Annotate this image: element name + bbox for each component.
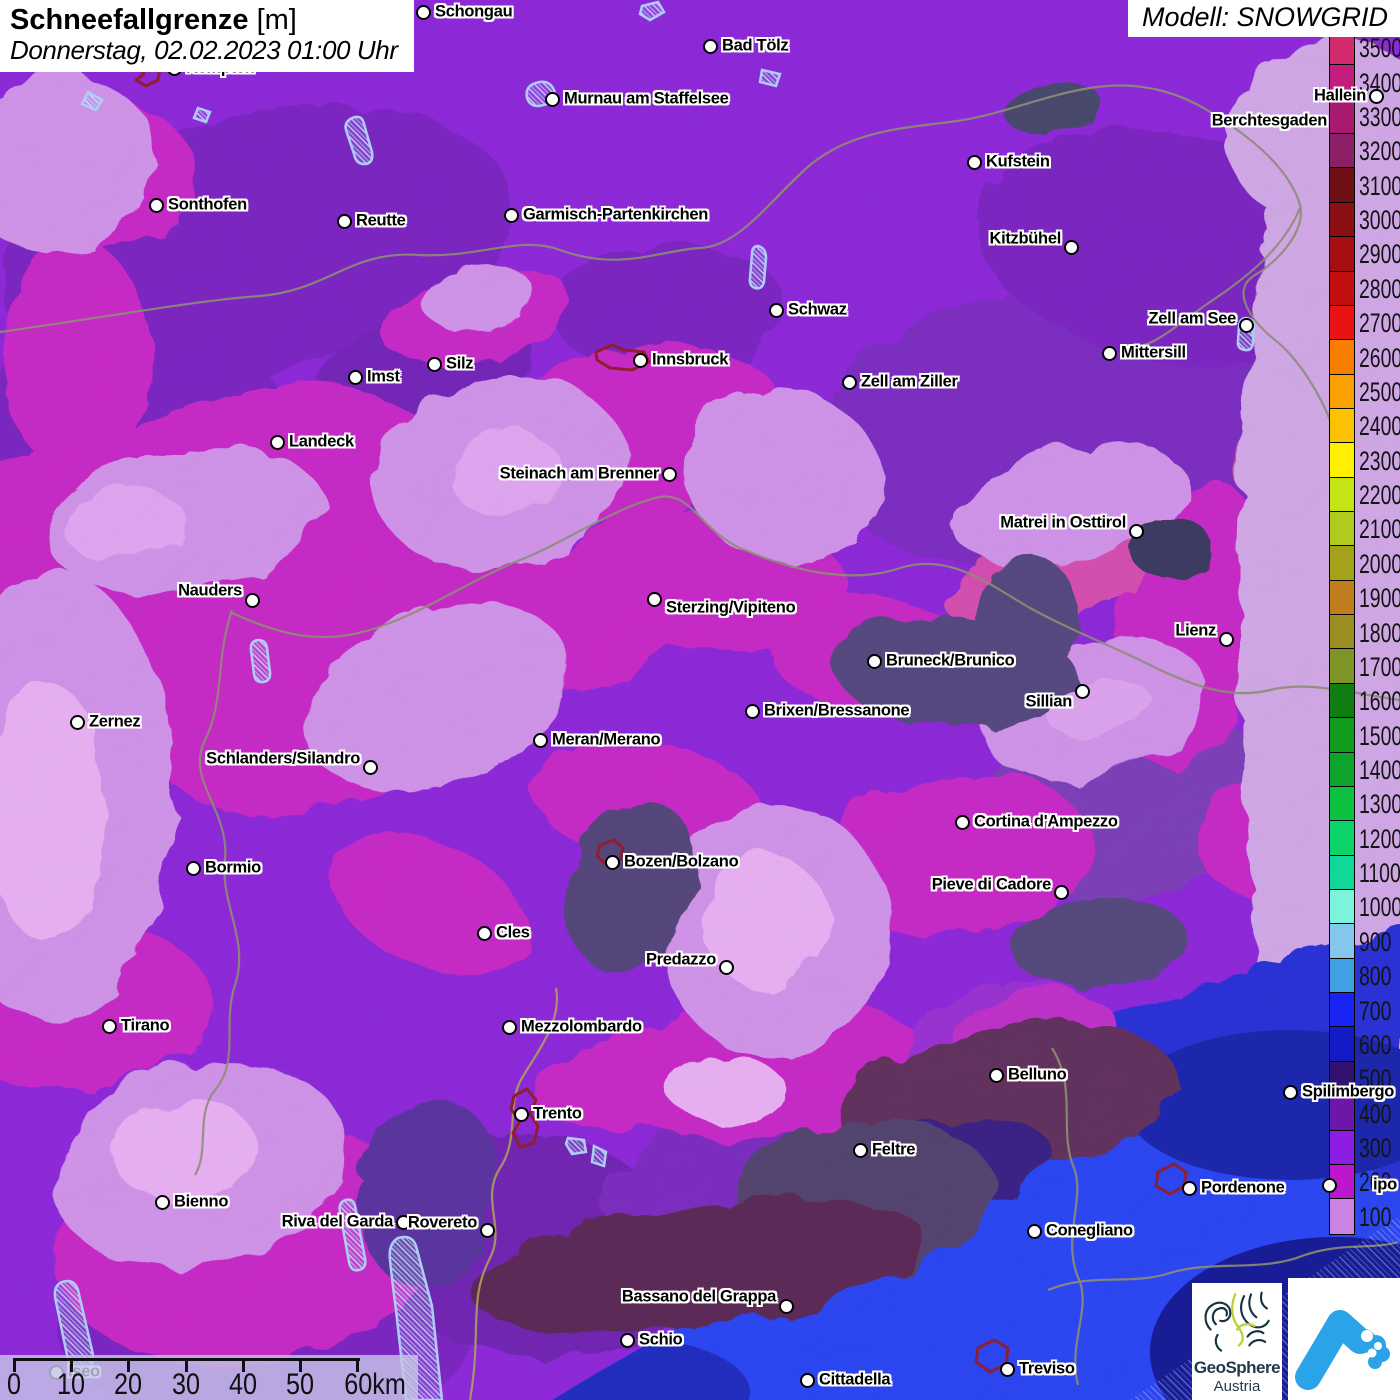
lake-achensee bbox=[750, 246, 766, 288]
colorbar-cell bbox=[1330, 615, 1354, 649]
colorbar-cell bbox=[1330, 753, 1354, 787]
colorbar-cell bbox=[1330, 890, 1354, 924]
lake-zellersee bbox=[1238, 318, 1254, 350]
colorbar-cell bbox=[1330, 649, 1354, 683]
colorbar-tick-label: 1300 bbox=[1359, 789, 1400, 819]
colorbar-tick-label: 3300 bbox=[1359, 102, 1400, 132]
colorbar-cell bbox=[1330, 787, 1354, 821]
colorbar-tick-label: 500 bbox=[1359, 1064, 1391, 1094]
colorbar-cell bbox=[1330, 203, 1354, 237]
colorbar-cell bbox=[1330, 959, 1354, 993]
colorbar-tick-label: 200 bbox=[1359, 1167, 1391, 1197]
map-title: Schneefallgrenze bbox=[10, 4, 249, 36]
colorbar-tick-label: 3400 bbox=[1359, 68, 1400, 98]
geosphere-logo: GeoSphere Austria bbox=[1192, 1283, 1282, 1400]
scalebar-label: 0 bbox=[7, 1368, 21, 1400]
colorbar-cell bbox=[1330, 1199, 1354, 1233]
colorbar-tick-label: 1400 bbox=[1359, 755, 1400, 785]
colorbar-cell bbox=[1330, 546, 1354, 580]
colorbar-tick-label: 2400 bbox=[1359, 411, 1400, 441]
scalebar-label: 10 bbox=[57, 1368, 85, 1400]
hillshade-overlay bbox=[0, 0, 1400, 1400]
colorbar-cell bbox=[1330, 272, 1354, 306]
colorbar-tick-label: 1800 bbox=[1359, 618, 1400, 648]
colorbar-tick-label: 2100 bbox=[1359, 514, 1400, 544]
colorbar-cell bbox=[1330, 443, 1354, 477]
colorbar-cell bbox=[1330, 1131, 1354, 1165]
colorbar-tick-label: 2500 bbox=[1359, 377, 1400, 407]
colorbar-cell bbox=[1330, 100, 1354, 134]
colorbar-cell bbox=[1330, 512, 1354, 546]
title-box: Schneefallgrenze [m] Donnerstag, 02.02.2… bbox=[0, 0, 414, 72]
colorbar-cell bbox=[1330, 168, 1354, 202]
colorbar-tick-label: 400 bbox=[1359, 1099, 1391, 1129]
colorbar-cell bbox=[1330, 134, 1354, 168]
colorbar-cell bbox=[1330, 65, 1354, 99]
weather-map-stage: 3500340033003200310030002900280027002600… bbox=[0, 0, 1400, 1400]
colorbar-tick-label: 3100 bbox=[1359, 171, 1400, 201]
mountain-icon bbox=[1294, 1287, 1394, 1391]
colorbar-cell bbox=[1330, 718, 1354, 752]
colorbar-tick-label: 300 bbox=[1359, 1133, 1391, 1163]
scale-bar: 0 10 20 30 40 50 60km bbox=[0, 1355, 418, 1400]
colorbar-cell bbox=[1330, 1165, 1354, 1199]
colorbar-tick-label: 2200 bbox=[1359, 480, 1400, 510]
colorbar-tick-label: 2700 bbox=[1359, 308, 1400, 338]
colorbar-tick-label: 1200 bbox=[1359, 824, 1400, 854]
colorbar-tick-label: 700 bbox=[1359, 996, 1391, 1026]
scalebar-label: 20 bbox=[114, 1368, 142, 1400]
colorbar-cell bbox=[1330, 375, 1354, 409]
colorbar-tick-label: 1500 bbox=[1359, 721, 1400, 751]
geosphere-logo-text: GeoSphere bbox=[1192, 1358, 1282, 1378]
colorbar-tick-label: 1000 bbox=[1359, 892, 1400, 922]
scalebar-label: 50 bbox=[286, 1368, 314, 1400]
colorbar-cell bbox=[1330, 1062, 1354, 1096]
colorbar-tick-label: 600 bbox=[1359, 1030, 1391, 1060]
lake-reschensee bbox=[251, 640, 270, 682]
geosphere-logo-subtext: Austria bbox=[1192, 1378, 1282, 1395]
lake-walchensee bbox=[760, 70, 780, 86]
colorbar-cell bbox=[1330, 924, 1354, 958]
colorbar-tick-label: 3000 bbox=[1359, 205, 1400, 235]
colorbar-cell bbox=[1330, 821, 1354, 855]
colorbar-tick-label: 1700 bbox=[1359, 652, 1400, 682]
colorbar-cells bbox=[1329, 30, 1355, 1235]
colorbar-cell bbox=[1330, 993, 1354, 1027]
mountain-logo bbox=[1288, 1278, 1400, 1400]
colorbar-tick-label: 2300 bbox=[1359, 446, 1400, 476]
geosphere-swirl-icon bbox=[1193, 1283, 1281, 1355]
colorbar-cell bbox=[1330, 409, 1354, 443]
lake-small-2 bbox=[194, 108, 210, 122]
lake-staffelsee bbox=[527, 82, 555, 106]
colorbar-cell bbox=[1330, 684, 1354, 718]
colorbar-tick-label: 100 bbox=[1359, 1202, 1391, 1232]
colorbar-tick-label: 2000 bbox=[1359, 549, 1400, 579]
model-label: Modell: SNOWGRID bbox=[1128, 0, 1400, 37]
scalebar-label: 60km bbox=[344, 1368, 406, 1400]
colorbar-tick-label: 2900 bbox=[1359, 239, 1400, 269]
colorbar-cell bbox=[1330, 581, 1354, 615]
colorbar-cell bbox=[1330, 1096, 1354, 1130]
colorbar-tick-label: 2600 bbox=[1359, 343, 1400, 373]
map-canvas bbox=[0, 0, 1400, 1400]
colorbar-tick-label: 900 bbox=[1359, 927, 1391, 957]
colorbar-cell bbox=[1330, 306, 1354, 340]
colorbar-tick-label: 1600 bbox=[1359, 686, 1400, 716]
colorbar-cell bbox=[1330, 1027, 1354, 1061]
colorbar-tick-label: 2800 bbox=[1359, 274, 1400, 304]
colorbar-tick-label: 800 bbox=[1359, 961, 1391, 991]
colorbar-cell bbox=[1330, 478, 1354, 512]
map-title-line: Schneefallgrenze [m] bbox=[10, 4, 398, 36]
colorbar-tick-label: 1100 bbox=[1359, 858, 1400, 888]
scalebar-label: 30 bbox=[172, 1368, 200, 1400]
colorbar-cell bbox=[1330, 340, 1354, 374]
scalebar-label: 40 bbox=[229, 1368, 257, 1400]
map-unit: [m] bbox=[257, 4, 297, 36]
colorbar-tick-label: 3200 bbox=[1359, 136, 1400, 166]
colorbar-tick-label: 1900 bbox=[1359, 583, 1400, 613]
colorbar-tick-label: 3500 bbox=[1359, 33, 1400, 63]
colorbar-cell bbox=[1330, 237, 1354, 271]
colorbar-cell bbox=[1330, 856, 1354, 890]
map-datetime: Donnerstag, 02.02.2023 01:00 Uhr bbox=[10, 36, 398, 65]
